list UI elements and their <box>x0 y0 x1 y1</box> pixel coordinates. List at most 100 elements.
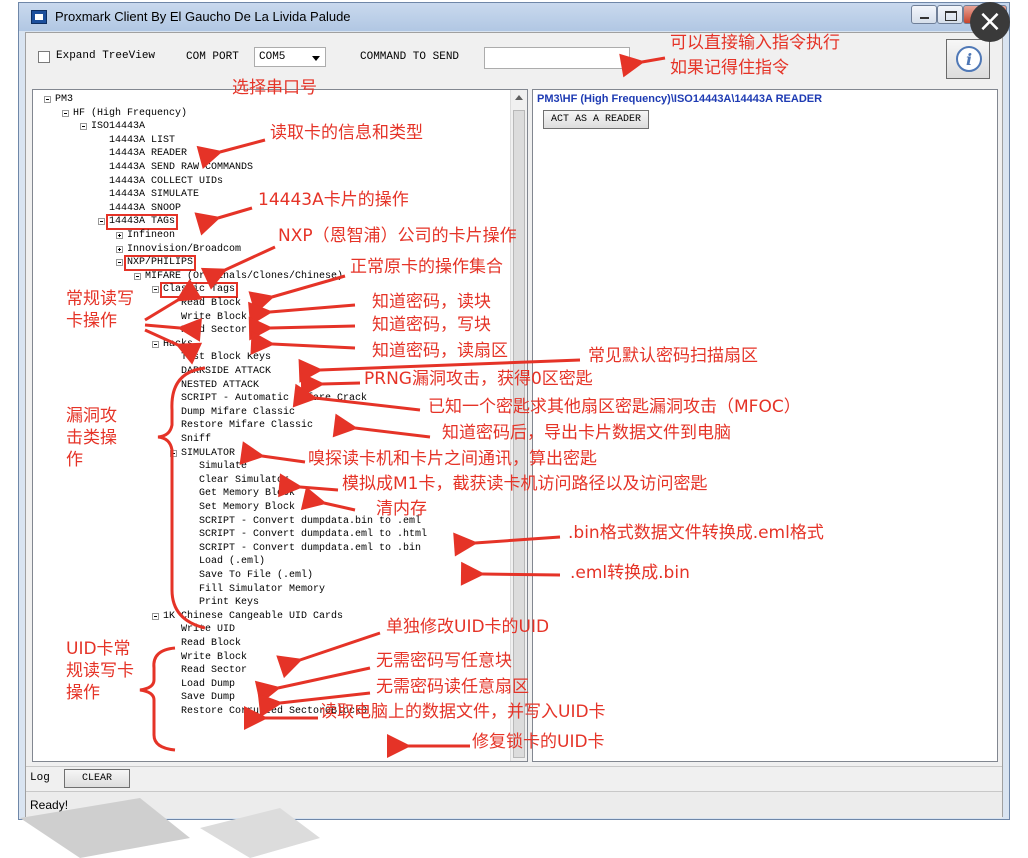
annotation-label: NXP（恩智浦）公司的卡片操作 <box>278 226 517 246</box>
tree-item[interactable]: Set Memory Block <box>199 502 295 514</box>
annotation-label: 修复锁卡的UID卡 <box>472 732 605 752</box>
expand-icon[interactable] <box>116 232 123 239</box>
overlay-close-icon[interactable]: × <box>970 2 1010 42</box>
tree-item[interactable]: Print Keys <box>199 597 259 609</box>
tree-item[interactable]: Write UID <box>181 624 235 636</box>
annotation-label: 常见默认密码扫描扇区 <box>588 346 758 366</box>
breadcrumb: PM3\HF (High Frequency)\ISO14443A\14443A… <box>537 93 823 105</box>
annotation-label: 读取电脑上的数据文件，并写入UID卡 <box>320 702 606 722</box>
tree-item[interactable]: Dump Mifare Classic <box>181 407 295 419</box>
tree-item[interactable]: 14443A TAGs <box>106 214 179 231</box>
tree-item[interactable]: 14443A READER <box>109 148 187 160</box>
log-label: Log <box>30 772 50 784</box>
toolbar: Expand TreeView COM PORT COM5 COMMAND TO… <box>26 33 1002 85</box>
tree-item[interactable]: NESTED ATTACK <box>181 380 259 392</box>
annotation-label: 读取卡的信息和类型 <box>270 123 423 143</box>
maximize-button[interactable] <box>937 5 963 24</box>
tree-item[interactable]: Simulate <box>199 461 247 473</box>
annotation-label: 可以直接输入指令执行 <box>670 33 840 53</box>
tree-item[interactable]: Classic Tags <box>160 282 239 299</box>
tree-item[interactable]: DARKSIDE ATTACK <box>181 366 271 378</box>
tree-item[interactable]: Read Sector <box>181 325 247 337</box>
tree-item[interactable]: Read Sector <box>181 665 247 677</box>
collapse-icon[interactable] <box>62 109 69 117</box>
chevron-down-icon <box>312 56 320 61</box>
info-button[interactable]: i <box>946 39 990 79</box>
tree-item[interactable]: HF (High Frequency) <box>73 108 187 120</box>
com-port-select[interactable]: COM5 <box>254 47 326 67</box>
tree-item[interactable]: Read Block <box>181 298 241 310</box>
tree-item[interactable]: Restore Mifare Classic <box>181 420 313 432</box>
tree-item[interactable]: Get Memory Block <box>199 488 295 500</box>
tree-item[interactable]: NXP/PHILIPS <box>124 255 197 272</box>
collapse-icon[interactable] <box>44 96 51 103</box>
collapse-icon[interactable] <box>80 123 87 131</box>
info-icon: i <box>956 46 982 72</box>
annotation-label: 无需密码读任意扇区 <box>376 677 529 697</box>
annotation-label: UID卡常规读写卡操作 <box>66 639 134 703</box>
annotation-label: 选择串口号 <box>232 78 317 98</box>
annotation-label: 正常原卡的操作集合 <box>350 257 503 277</box>
tree-item[interactable]: Write Block <box>181 652 247 664</box>
tree-item[interactable]: PM3 <box>55 94 73 106</box>
scroll-up-icon[interactable] <box>515 95 523 100</box>
annotation-label: 知道密码，读扇区 <box>372 341 508 361</box>
annotation-label: 单独修改UID卡的UID <box>386 617 550 637</box>
collapse-icon[interactable] <box>98 218 105 226</box>
tree-item[interactable]: ISO14443A <box>91 121 145 133</box>
expand-icon[interactable] <box>116 245 123 253</box>
tree-item[interactable]: 14443A SIMULATE <box>109 189 199 201</box>
tree-item[interactable]: 14443A SNOOP <box>109 203 181 215</box>
annotation-label: .eml转换成.bin <box>570 563 690 583</box>
expand-treeview-checkbox[interactable] <box>38 51 50 63</box>
clear-log-button[interactable]: CLEAR <box>64 769 130 788</box>
annotation-label: 常规读写卡操作 <box>66 289 134 331</box>
tree-item[interactable]: MIFARE (Originals/Clones/Chinese) <box>145 271 343 283</box>
tree-item[interactable]: Test Block Keys <box>181 352 271 364</box>
tree-item[interactable]: 14443A COLLECT UIDs <box>109 176 223 188</box>
tree-item[interactable]: 14443A SEND RAW COMMANDS <box>109 162 253 174</box>
watermark-shape <box>20 798 320 858</box>
tree-item[interactable]: Infineon <box>127 230 175 242</box>
tree-item[interactable]: Fill Simulator Memory <box>199 584 325 596</box>
tree-item[interactable]: SCRIPT - Convert dumpdata.eml to .html <box>199 529 427 541</box>
tree-item[interactable]: 14443A LIST <box>109 135 175 147</box>
window-title: Proxmark Client By El Gaucho De La Livid… <box>55 9 351 24</box>
tree-item[interactable]: Innovision/Broadcom <box>127 244 241 256</box>
tree-item[interactable]: 1K Chinese Cangeable UID Cards <box>163 611 343 623</box>
tree-item[interactable]: SCRIPT - Convert dumpdata.eml to .bin <box>199 543 421 555</box>
tree-item[interactable]: SIMULATOR <box>181 448 235 460</box>
act-as-reader-button[interactable]: ACT AS A READER <box>543 110 649 129</box>
tree-item[interactable]: Hacks <box>163 339 193 351</box>
annotation-label: PRNG漏洞攻击，获得0区密匙 <box>364 369 593 389</box>
collapse-icon[interactable] <box>152 286 159 294</box>
tree-item[interactable]: SCRIPT - Automatic Mifare Crack <box>181 393 367 405</box>
annotation-label: 知道密码后，导出卡片数据文件到电脑 <box>442 423 731 443</box>
annotation-label: 知道密码，写块 <box>372 315 491 335</box>
collapse-icon[interactable] <box>152 612 159 620</box>
annotation-label: 已知一个密匙求其他扇区密匙漏洞攻击（MFOC） <box>428 397 801 417</box>
tree-item[interactable]: Save Dump <box>181 692 235 704</box>
tree-item[interactable]: Load (.eml) <box>199 556 265 568</box>
annotation-label: 漏洞攻击类操作 <box>66 406 117 470</box>
tree-item[interactable]: Load Dump <box>181 679 235 691</box>
log-bar: Log CLEAR <box>26 766 1002 791</box>
tree-item[interactable]: Read Block <box>181 638 241 650</box>
command-input[interactable] <box>484 47 630 69</box>
collapse-icon[interactable] <box>170 449 177 457</box>
annotation-label: 嗅探读卡机和卡片之间通讯，算出密匙 <box>308 449 597 469</box>
annotation-label: 14443A卡片的操作 <box>258 190 409 210</box>
collapse-icon[interactable] <box>116 259 123 267</box>
tree-item[interactable]: Save To File (.eml) <box>199 570 313 582</box>
com-port-label: COM PORT <box>186 51 239 63</box>
tree-item[interactable]: Clear Simulator <box>199 475 289 487</box>
collapse-icon[interactable] <box>152 340 159 348</box>
title-bar[interactable]: Proxmark Client By El Gaucho De La Livid… <box>19 3 1009 31</box>
command-label: COMMAND TO SEND <box>360 51 460 63</box>
annotation-label: 模拟成M1卡，截获读卡机访问路径以及访问密匙 <box>342 474 708 494</box>
annotation-label: 清内存 <box>376 499 427 519</box>
tree-item[interactable]: Sniff <box>181 434 211 446</box>
tree-item[interactable]: Write Block <box>181 312 247 324</box>
collapse-icon[interactable] <box>134 272 141 280</box>
minimize-button[interactable] <box>911 5 937 24</box>
